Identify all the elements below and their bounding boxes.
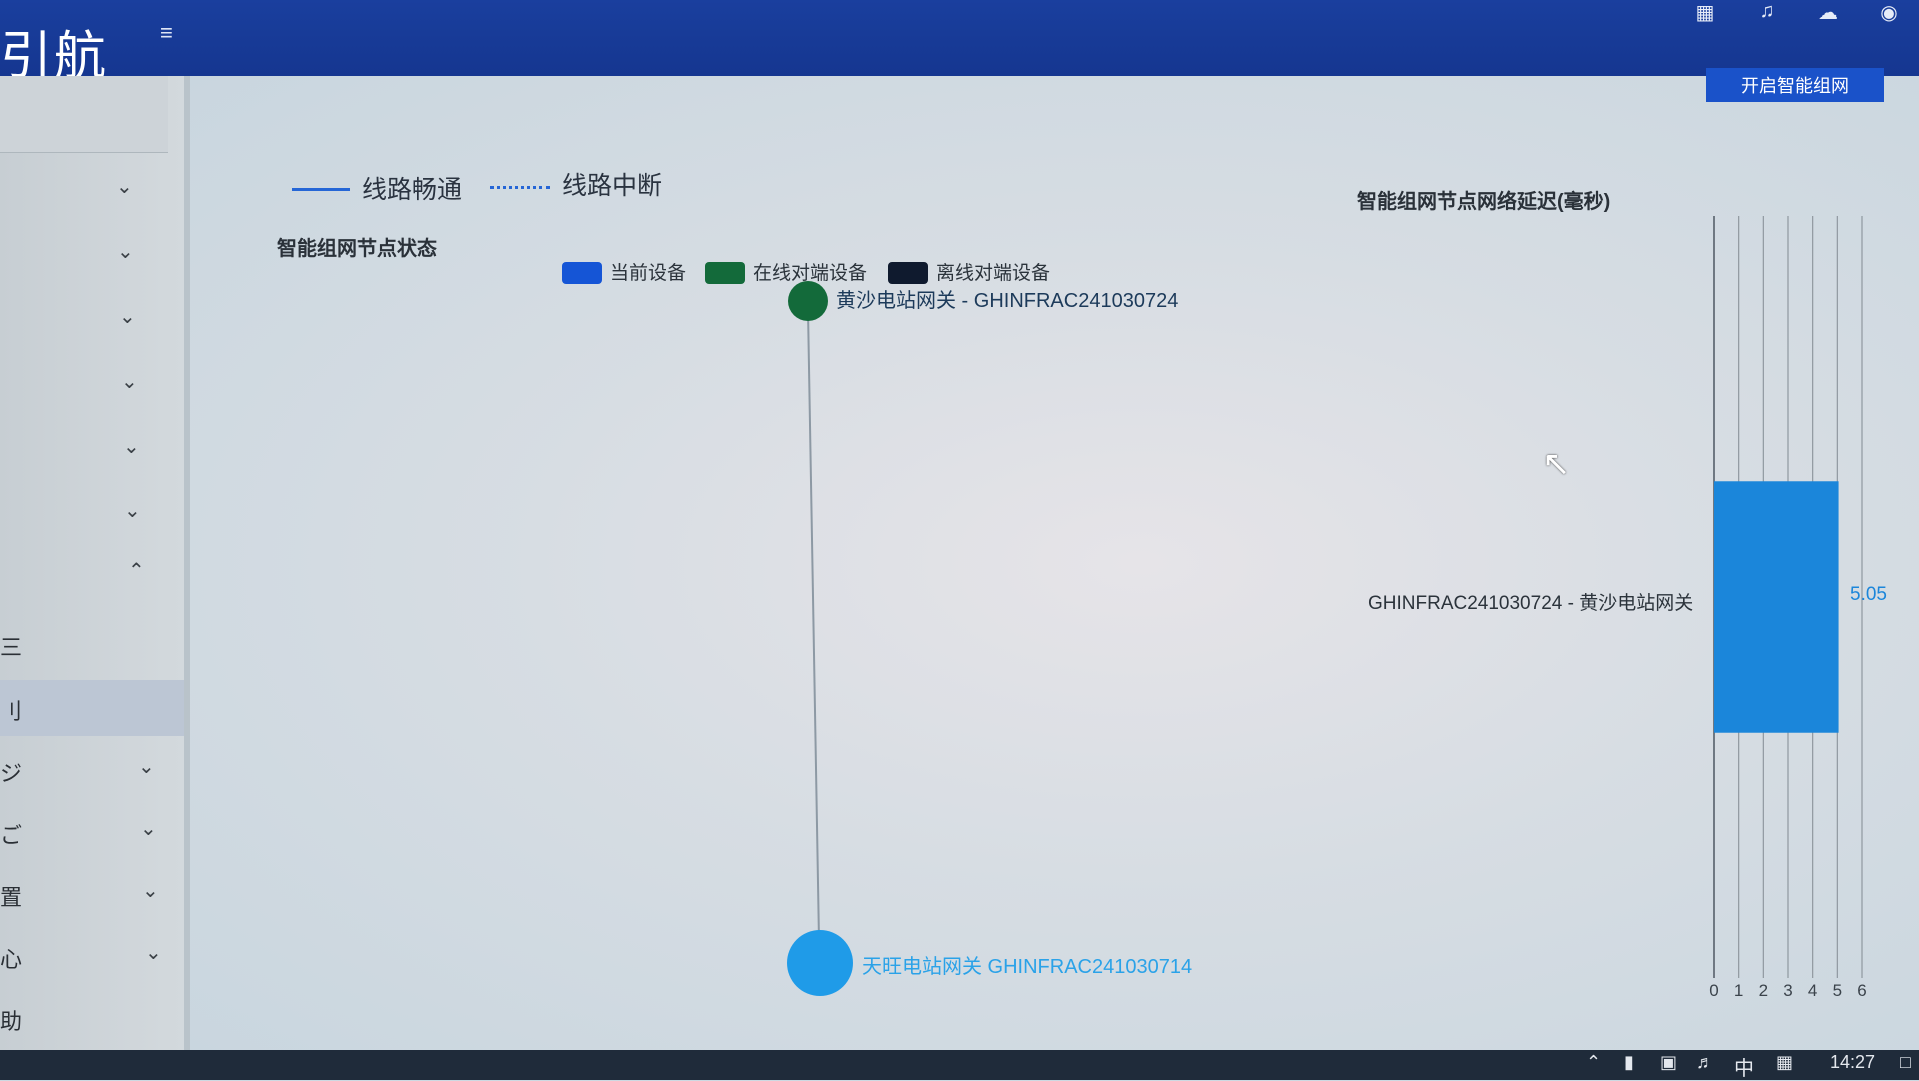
sidebar-item-label: ジ xyxy=(0,761,23,786)
chevron-down-icon: ⌄ xyxy=(140,818,157,840)
keyboard-icon[interactable]: ▦ xyxy=(1776,1052,1793,1073)
sidebar-item[interactable]: 心 ⌄ xyxy=(0,928,184,978)
sidebar: ⌄ ⌄ ⌄ ⌄ ⌄ ⌄ ⌃ 三 刂 ジ ⌄ ご ⌄ 置 ⌄ 心 ⌄ 助 xyxy=(0,76,190,1050)
node-huangsha[interactable] xyxy=(788,281,828,321)
chart-category-label: GHINFRAC241030724 - 黄沙电站网关 xyxy=(1368,593,1694,614)
sidebar-item[interactable]: ⌄ xyxy=(0,227,184,277)
sidebar-subitem[interactable]: 三 xyxy=(0,616,184,666)
line-broken-legend: 线路中断 xyxy=(562,172,663,200)
os-taskbar: ⌃ ▮ ▣ ♬ 中 ▦ 14:27 □ xyxy=(0,1050,1919,1080)
battery-icon[interactable]: ▮ xyxy=(1624,1052,1634,1073)
legend-offline-peer-swatch xyxy=(888,262,928,284)
chevron-down-icon: ⌄ xyxy=(145,942,162,964)
app-header: 引航 ≡ ▦ ♫ ☁ ◉ xyxy=(0,0,1919,86)
sidebar-item-label: ご xyxy=(0,823,23,848)
sidebar-item[interactable]: ⌄ xyxy=(0,292,184,342)
volume-icon[interactable]: ♬ xyxy=(1696,1052,1714,1073)
bell-icon[interactable]: ♫ xyxy=(1754,0,1780,22)
node-huangsha-label: 黄沙电站网关 - GHINFRAC241030724 xyxy=(836,290,1179,312)
ime-indicator[interactable]: 中 xyxy=(1734,1052,1754,1081)
dotted-line-sample xyxy=(490,186,550,189)
hamburger-icon[interactable]: ≡ xyxy=(160,20,178,46)
sidebar-item[interactable]: ジ ⌄ xyxy=(0,742,184,792)
chevron-down-icon: ⌄ xyxy=(121,371,138,393)
chart-data-label: 5.05 xyxy=(1850,584,1887,605)
latency-chart-title: 智能组网节点网络延迟(毫秒) xyxy=(1357,191,1611,213)
sidebar-item[interactable]: ⌄ xyxy=(0,422,184,472)
legend-offline-peer[interactable]: 离线对端设备 xyxy=(936,258,1050,285)
mouse-cursor-icon: ↖ xyxy=(1542,445,1571,483)
sidebar-item[interactable]: 置 ⌄ xyxy=(0,866,184,916)
line-connected-legend: 线路畅通 xyxy=(362,176,463,204)
sidebar-top-block xyxy=(0,76,168,153)
cloud-icon[interactable]: ☁ xyxy=(1815,0,1841,24)
tray-expand-icon[interactable]: ⌃ xyxy=(1586,1052,1601,1073)
sidebar-item[interactable]: ⌄ xyxy=(0,162,184,212)
sidebar-item[interactable]: ⌄ xyxy=(0,357,184,407)
chevron-down-icon: ⌄ xyxy=(138,756,155,778)
sidebar-item-label: 心 xyxy=(0,947,23,972)
chevron-down-icon: ⌄ xyxy=(142,880,159,902)
legend-current-device[interactable]: 当前设备 xyxy=(610,258,686,285)
enable-smart-network-button[interactable]: 开启智能组网 xyxy=(1706,68,1884,102)
sidebar-item-label: 助 xyxy=(0,1009,23,1034)
chevron-down-icon: ⌄ xyxy=(117,241,134,263)
sidebar-item[interactable]: ご ⌄ xyxy=(0,804,184,854)
solid-line-sample xyxy=(292,188,350,191)
clock[interactable]: 14:27 xyxy=(1830,1052,1875,1073)
chevron-up-icon: ⌃ xyxy=(128,560,145,582)
sidebar-item-label: 置 xyxy=(0,885,23,910)
notification-icon[interactable]: □ xyxy=(1900,1052,1911,1073)
chevron-down-icon: ⌄ xyxy=(119,306,136,328)
node-tianwang-label: 天旺电站网关 GHINFRAC241030714 xyxy=(862,956,1193,978)
qr-icon[interactable]: ▦ xyxy=(1692,0,1718,24)
sidebar-item-label: 刂 xyxy=(0,699,23,724)
node-tianwang[interactable] xyxy=(787,930,853,996)
sidebar-subitem-active[interactable]: 刂 xyxy=(0,680,184,736)
network-icon[interactable]: ▣ xyxy=(1660,1052,1677,1073)
legend-current-device-swatch xyxy=(562,262,602,284)
main-content xyxy=(190,76,1919,1050)
sidebar-item[interactable]: ⌃ xyxy=(0,550,184,600)
sidebar-item[interactable]: ⌄ xyxy=(0,486,184,536)
sidebar-item-label: 三 xyxy=(0,635,23,660)
globe-icon[interactable]: ◉ xyxy=(1876,0,1902,24)
legend-online-peer-swatch xyxy=(705,262,745,284)
chevron-down-icon: ⌄ xyxy=(123,436,140,458)
node-status-title: 智能组网节点状态 xyxy=(277,238,437,260)
chevron-down-icon: ⌄ xyxy=(116,176,133,198)
sidebar-item[interactable]: 助 xyxy=(0,990,184,1040)
chevron-down-icon: ⌄ xyxy=(124,500,141,522)
